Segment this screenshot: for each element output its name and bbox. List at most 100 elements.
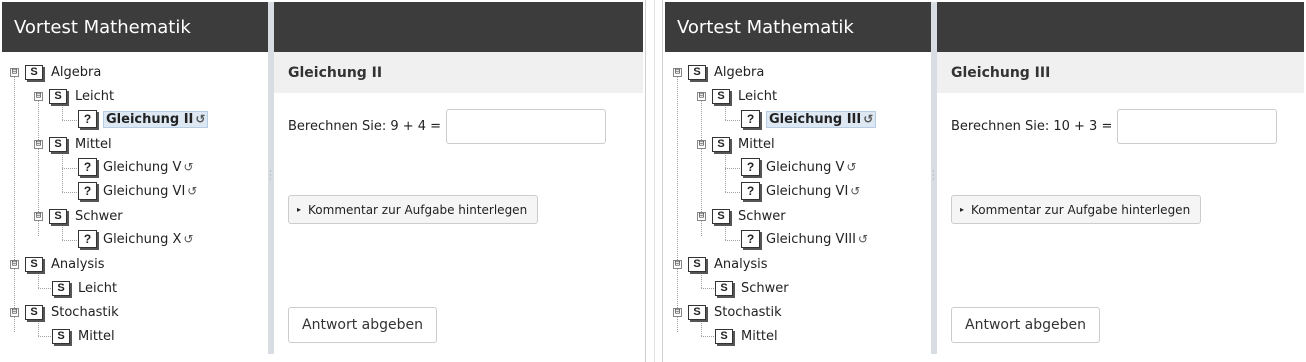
tree-node-analysis-child[interactable]: S Schwer [715,277,789,299]
tree-node-label: Gleichung V [103,159,182,175]
screenshot-panel-1: Vortest Mathematik ⊟ S Algebra ⊟ S Leich… [0,0,645,362]
submit-answer-button[interactable]: Antwort abgeben [288,307,437,343]
tree-node-question[interactable]: ? Gleichung VIII ↺ [741,228,868,250]
section-icon: S [688,304,706,320]
tree-line [62,240,79,241]
tree-node-question[interactable]: ? Gleichung V ↺ [741,156,857,178]
section-icon: S [712,136,730,152]
tree-node-question[interactable]: ? Gleichung VI ↺ [741,180,860,202]
collapse-icon[interactable]: ⊟ [10,307,19,317]
submit-answer-button[interactable]: Antwort abgeben [951,307,1100,343]
tree-node-label: Schwer [738,208,786,224]
tree-node-mittel[interactable]: ⊟ S Mittel [697,133,775,155]
collapse-icon[interactable]: ⊟ [697,91,706,101]
collapse-icon[interactable]: ⊟ [697,211,706,221]
tree-node-stochastik[interactable]: ⊟ S Stochastik [10,301,119,323]
reload-icon[interactable]: ↺ [846,160,856,174]
tree-line [62,120,79,121]
tree-node-label: Stochastik [51,304,119,320]
tree-node-label: Leicht [78,280,118,296]
section-icon: S [52,280,70,296]
tree-node-schwer[interactable]: ⊟ S Schwer [34,205,123,227]
collapse-icon[interactable]: ⊟ [697,139,706,149]
question-icon: ? [78,158,97,176]
tree-node-stochastik-child[interactable]: S Mittel [715,325,778,347]
reload-icon[interactable]: ↺ [850,184,860,198]
comment-toggle-button[interactable]: ▸ Kommentar zur Aufgabe hinterlegen [951,195,1202,224]
collapse-icon[interactable]: ⊟ [673,67,682,77]
question-icon: ? [741,182,760,200]
comment-toggle-button[interactable]: ▸ Kommentar zur Aufgabe hinterlegen [288,195,539,224]
tree-node-label: Analysis [714,256,768,272]
reload-icon[interactable]: ↺ [858,232,868,246]
reload-icon[interactable]: ↺ [183,160,193,174]
section-icon: S [688,64,706,80]
expand-triangle-icon: ▸ [960,205,965,214]
expand-triangle-icon: ▸ [297,205,302,214]
tree-node-label: Gleichung II ↺ [103,110,209,128]
tree-node-algebra[interactable]: ⊟ S Algebra [673,61,764,83]
section-icon: S [25,64,43,80]
comment-toggle-label: Kommentar zur Aufgabe hinterlegen [971,202,1191,217]
splitter-grip-icon[interactable]: · · · [269,168,272,185]
tree-node-label: Gleichung VIII [766,231,856,247]
tree-node-algebra[interactable]: ⊟ S Algebra [10,61,101,83]
tree-node-question[interactable]: ? Gleichung VI ↺ [78,180,197,202]
collapse-icon[interactable]: ⊟ [10,259,19,269]
tree-node-label: Gleichung X [103,231,182,247]
question-row: Berechnen Sie: 9 + 4 = [288,109,607,144]
tree-line [14,72,15,332]
tree-node-label: Stochastik [714,304,782,320]
splitter-grip-icon[interactable]: · · · [932,168,935,185]
tree-node-analysis[interactable]: ⊟ S Analysis [673,253,768,275]
tree-line [677,72,678,332]
collapse-icon[interactable]: ⊟ [34,211,43,221]
tree-node-stochastik[interactable]: ⊟ S Stochastik [673,301,782,323]
section-icon: S [715,328,733,344]
app-title: Vortest Mathematik [14,17,191,38]
tree-node-label: Gleichung VI [103,183,186,199]
app-title: Vortest Mathematik [677,17,854,38]
tree-node-label: Mittel [738,136,775,152]
reload-icon[interactable]: ↺ [195,112,205,126]
reload-icon[interactable]: ↺ [863,112,873,126]
section-icon: S [49,88,67,104]
answer-input[interactable] [446,109,607,144]
tree-node-question[interactable]: ? Gleichung X ↺ [78,228,194,250]
tree-node-label: Algebra [714,64,765,80]
question-icon: ? [741,230,760,248]
tree-line [725,192,742,193]
tree-line [62,168,79,169]
section-icon: S [715,280,733,296]
section-icon: S [688,256,706,272]
question-icon: ? [78,110,97,128]
tree-node-leicht[interactable]: ⊟ S Leicht [697,85,777,107]
tree-node-label: Leicht [75,88,115,104]
tree-node-label: Mittel [78,328,115,344]
tree-line [725,120,742,121]
answer-input[interactable] [1117,109,1278,144]
tree-node-analysis[interactable]: ⊟ S Analysis [10,253,105,275]
question-prompt: Berechnen Sie: 9 + 4 = [288,119,442,134]
collapse-icon[interactable]: ⊟ [10,67,19,77]
tree-node-leicht[interactable]: ⊟ S Leicht [34,85,114,107]
reload-icon[interactable]: ↺ [187,184,197,198]
question-header: Gleichung II [274,52,643,93]
tree-node-question-selected[interactable]: ? Gleichung II ↺ [78,108,209,130]
question-panel: Gleichung III Berechnen Sie: 10 + 3 = ▸ … [937,52,1304,362]
tree-node-question-selected[interactable]: ? Gleichung III ↺ [741,108,877,130]
tree-node-schwer[interactable]: ⊟ S Schwer [697,205,786,227]
tree-line [62,192,79,193]
tree-line [701,336,714,337]
collapse-icon[interactable]: ⊟ [34,91,43,101]
section-icon: S [49,136,67,152]
reload-icon[interactable]: ↺ [183,232,193,246]
tree-node-analysis-child[interactable]: S Leicht [52,277,117,299]
collapse-icon[interactable]: ⊟ [34,139,43,149]
tree-node-mittel[interactable]: ⊟ S Mittel [34,133,112,155]
tree-node-question[interactable]: ? Gleichung V ↺ [78,156,194,178]
tree-node-stochastik-child[interactable]: S Mittel [52,325,115,347]
tree-node-label: Leicht [738,88,778,104]
collapse-icon[interactable]: ⊟ [673,259,682,269]
collapse-icon[interactable]: ⊟ [673,307,682,317]
